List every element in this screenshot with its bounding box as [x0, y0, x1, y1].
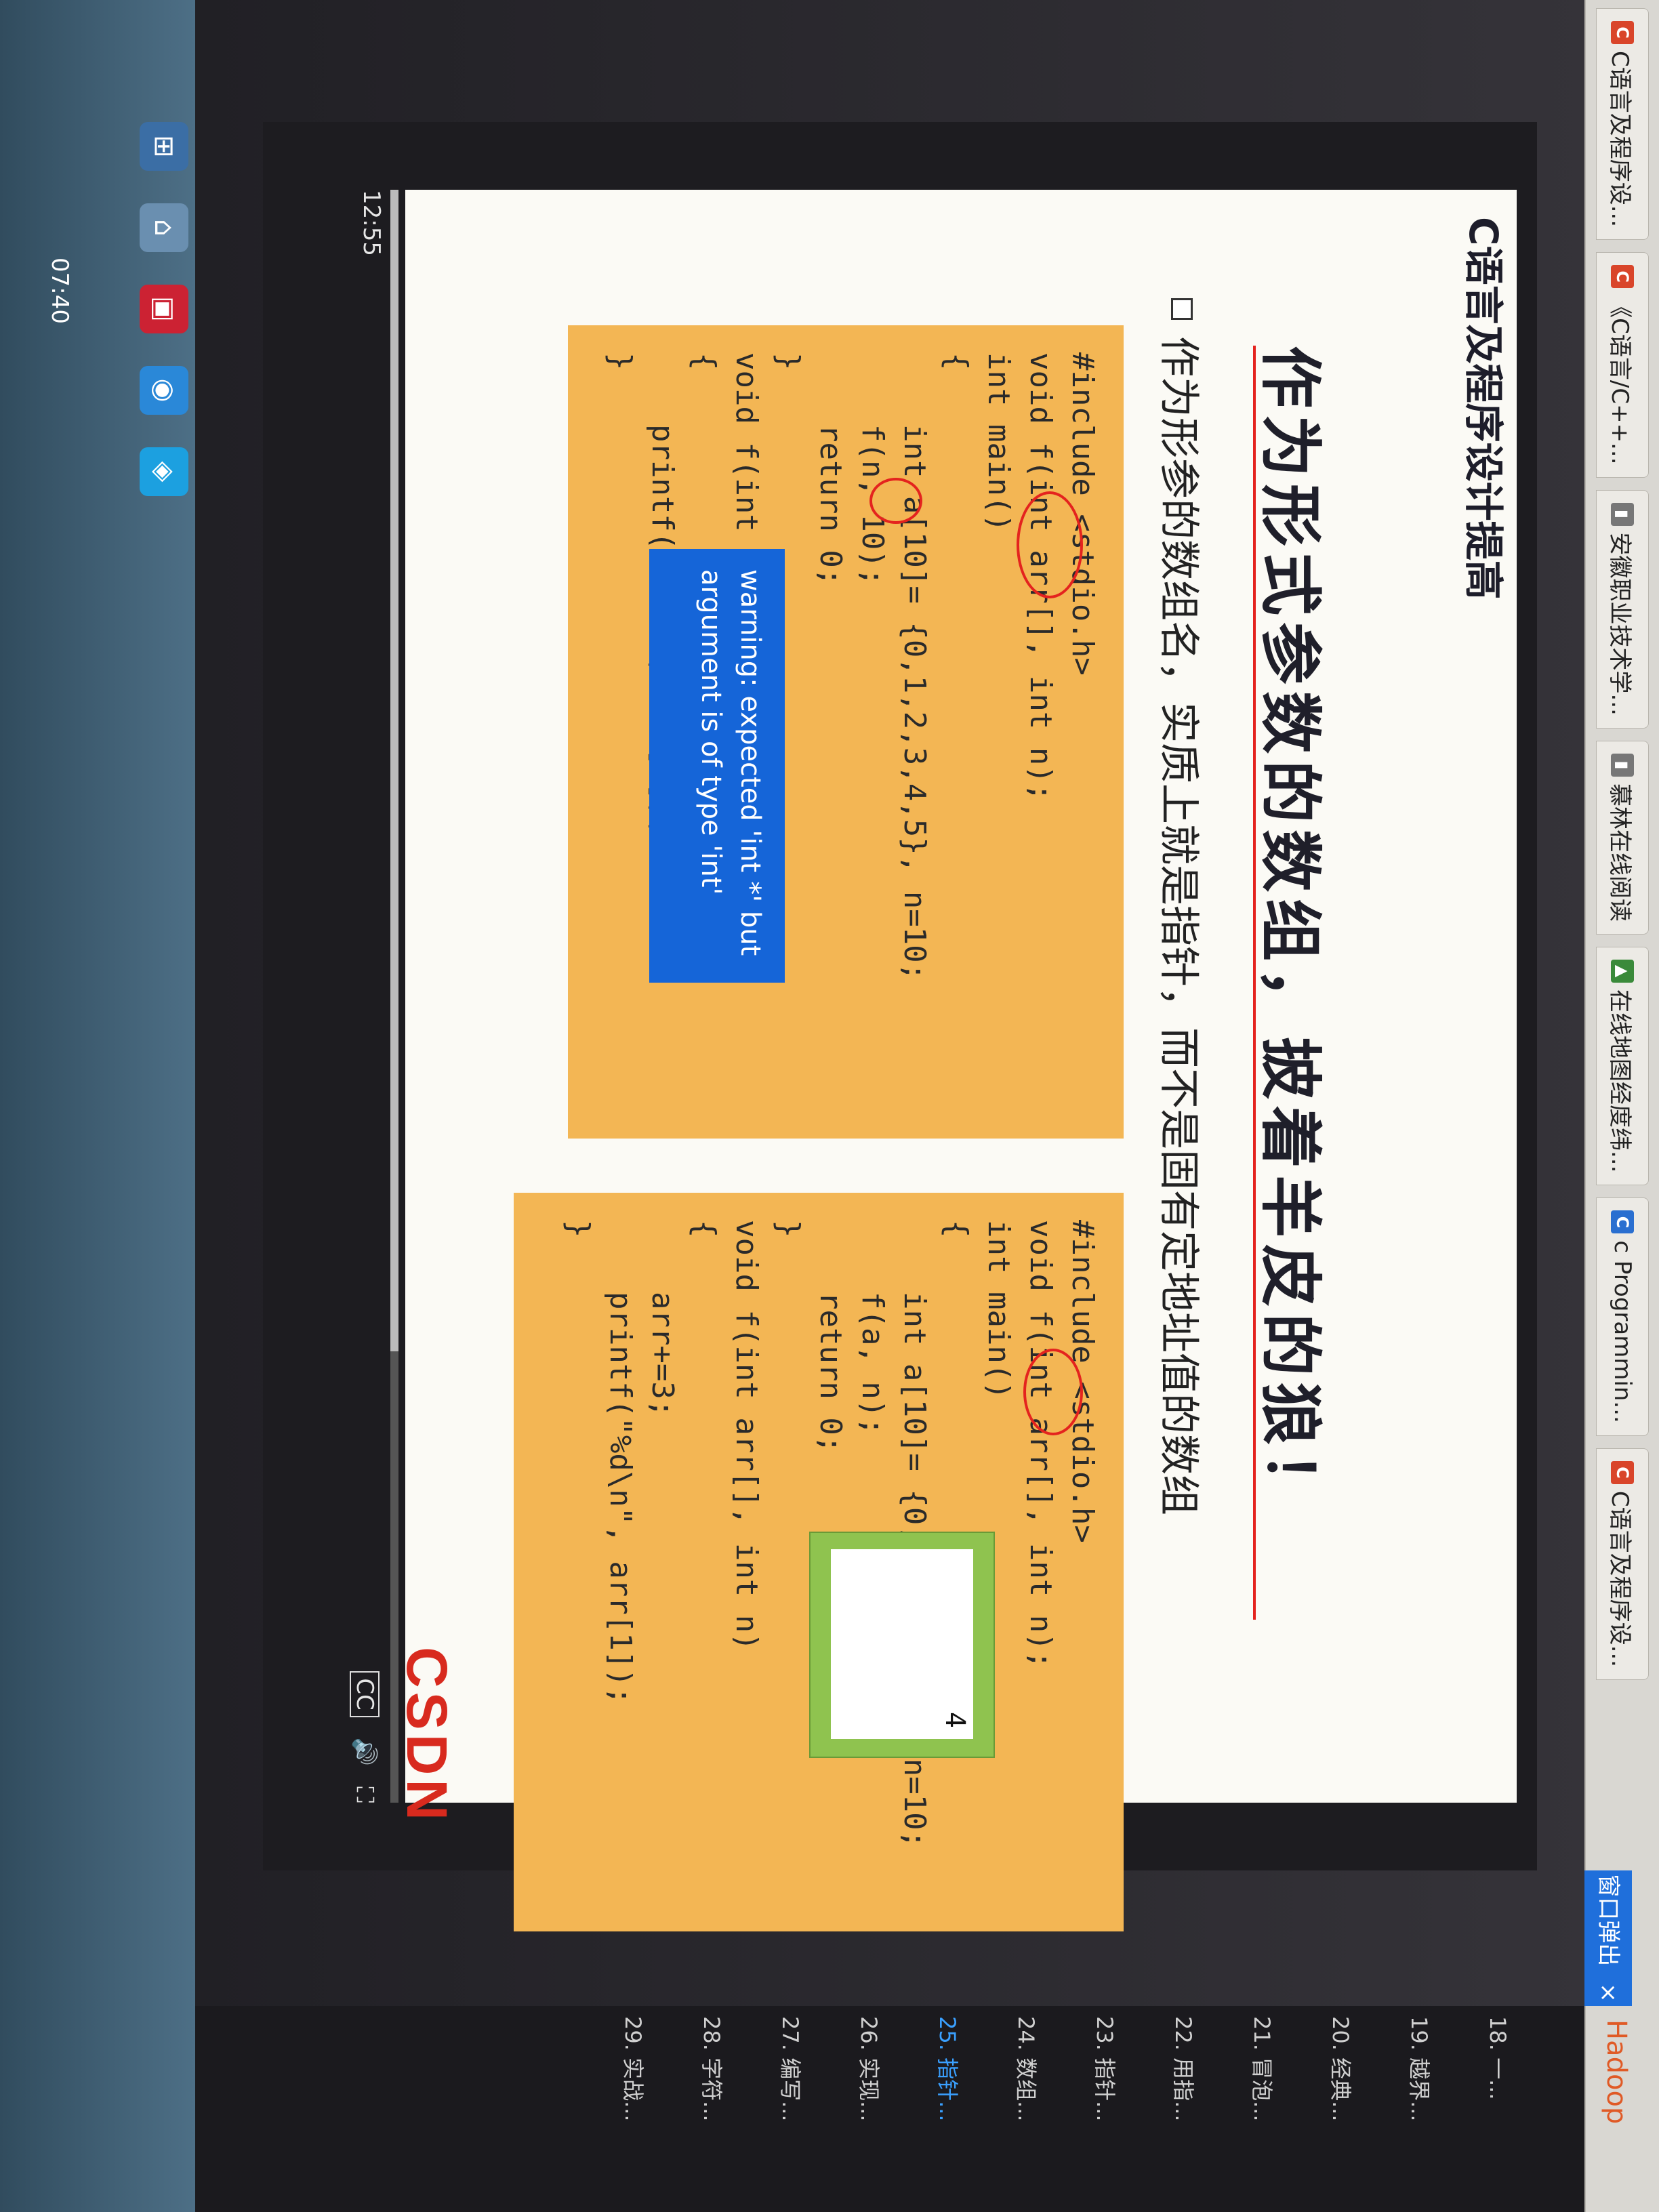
annotation-underline — [1253, 346, 1256, 1620]
home-icon[interactable]: ⌂ — [140, 203, 188, 252]
csdn-logo: CSDN — [395, 1647, 459, 1825]
sidebar-header: Hadoop — [1601, 2020, 1632, 2125]
lecture-slide: C语言及程序设计提高 作为形式参数的数组，披着羊皮的狼！ 作为形参的数组名，实质… — [395, 190, 1517, 1931]
tab-label: 慕林在线阅读 — [1606, 783, 1634, 922]
code-line: } — [771, 1220, 806, 1238]
code-line: int main() — [981, 352, 1016, 532]
browser-tab[interactable]: ▲ 在线地图经度纬... — [1596, 946, 1649, 1186]
annotation-circle — [1023, 1349, 1083, 1435]
code-line: #include <stdio.h> — [1065, 352, 1100, 676]
csdn-favicon-icon: C — [1611, 265, 1634, 289]
c-favicon-icon: C — [1611, 1210, 1634, 1234]
app-icon[interactable]: ▣ — [140, 285, 188, 333]
tab-label: c Programmin... — [1609, 1240, 1636, 1423]
code-line: return 0; — [813, 352, 848, 586]
code-line: { — [939, 352, 974, 371]
tab-label: C语言及程序设... — [1606, 1490, 1634, 1668]
browser-tab[interactable]: C C语言及程序设... — [1596, 1448, 1649, 1681]
start-icon[interactable]: ⊞ — [140, 122, 188, 171]
tab-label: 安徽职业技术学... — [1606, 532, 1634, 716]
popout-window-button[interactable]: 窗口弹出 × — [1584, 1870, 1632, 2006]
browser-icon[interactable]: ◉ — [140, 366, 188, 415]
chapter-item[interactable]: 18. 一... — [1458, 2016, 1537, 2206]
browser-tab[interactable]: ▮ 慕林在线阅读 — [1596, 740, 1649, 935]
slide-heading: 作为形式参数的数组，披着羊皮的狼！ — [1254, 346, 1327, 1521]
code-line: f(n, 10); — [855, 352, 890, 586]
code-line: #include <stdio.h> — [1065, 1220, 1100, 1543]
chapter-item[interactable]: 22. 用指... — [1144, 2016, 1223, 2206]
annotation-circle — [1017, 491, 1083, 598]
video-progress-bar[interactable] — [390, 190, 398, 1803]
taskbar-icons: ⊞ ⌂ ▣ ◉ ◈ — [140, 122, 188, 496]
chapter-list: 18. 一... 19. 越界... 20. 经典... 21. 冒泡... 2… — [594, 2016, 1537, 2206]
photo-of-screen: C C语言及程序设... C 《C语言/C++... ▮ 安徽职业技术学... … — [0, 0, 1659, 2212]
chapter-item[interactable]: 28. 字符... — [672, 2016, 751, 2206]
volume-icon[interactable]: 🔊 — [351, 1738, 378, 1766]
code-line: } — [561, 1220, 596, 1238]
console-output-window: 4 — [809, 1532, 995, 1758]
fullscreen-icon[interactable]: ⛶ — [351, 1786, 378, 1803]
browser-tab[interactable]: C 《C语言/C++... — [1596, 252, 1649, 478]
browser-tab[interactable]: C c Programmin... — [1596, 1197, 1649, 1436]
csdn-favicon-icon: C — [1611, 1460, 1634, 1484]
page-icon: ▮ — [1611, 502, 1634, 526]
code-line: int a[10]= {0,1,2,3,4,5}, n=10; — [897, 352, 932, 981]
video-player[interactable]: C语言及程序设计提高 作为形式参数的数组，披着羊皮的狼！ 作为形参的数组名，实质… — [263, 122, 1537, 1931]
close-icon[interactable]: × — [1595, 1983, 1622, 2003]
csdn-favicon-icon: C — [1611, 21, 1634, 44]
popout-label: 窗口弹出 — [1595, 1874, 1622, 1967]
chapter-item[interactable]: 20. 经典... — [1301, 2016, 1380, 2206]
chapter-item[interactable]: 25. 指针... — [908, 2016, 987, 2206]
page-icon: ▮ — [1611, 753, 1634, 777]
code-line: printf("%d\n", arr[1]); — [603, 1220, 638, 1705]
chapter-item[interactable]: 19. 越界... — [1380, 2016, 1458, 2206]
browser-tab[interactable]: C C语言及程序设... — [1596, 8, 1649, 241]
cc-button[interactable]: CC — [350, 1671, 380, 1717]
chapter-item[interactable]: 23. 指针... — [1065, 2016, 1144, 2206]
tab-label: 《C语言/C++... — [1606, 295, 1634, 465]
security-icon[interactable]: ◈ — [140, 447, 188, 496]
code-line: { — [687, 1220, 722, 1238]
code-line: void f(int arr[], int n); — [1023, 1220, 1058, 1669]
chapter-item[interactable]: 21. 冒泡... — [1223, 2016, 1301, 2206]
tab-label: 在线地图经度纬... — [1606, 989, 1634, 1173]
course-title: C语言及程序设计提高 — [1460, 217, 1507, 600]
chapter-item[interactable]: 24. 数组... — [987, 2016, 1065, 2206]
bullet-square-icon — [1171, 298, 1193, 320]
video-progress-fill — [390, 190, 398, 1351]
code-line: arr+=3; — [645, 1220, 680, 1418]
chapter-item[interactable]: 29. 实战... — [594, 2016, 672, 2206]
player-controls: CC 🔊 ⛶ — [344, 190, 385, 1803]
code-line: void f(int arr[], int n) — [729, 1220, 764, 1651]
bullet-text: 作为形参的数组名，实质上就是指针，而不是固有定地址值的数组 — [1155, 336, 1202, 1515]
console-output-area: 4 — [831, 1549, 973, 1739]
tab-label: C语言及程序设... — [1606, 51, 1634, 228]
compiler-warning-tooltip: warning: expected 'int *' but argument i… — [649, 549, 785, 983]
annotation-circle — [869, 478, 922, 524]
taskbar-clock: 07:40 — [46, 258, 73, 324]
console-output-value: 4 — [939, 1711, 970, 1728]
map-icon: ▲ — [1611, 959, 1634, 983]
code-line: } — [603, 352, 638, 371]
bullet-point: 作为形参的数组名，实质上就是指针，而不是固有定地址值的数组 — [1153, 298, 1212, 1515]
chapter-item[interactable]: 26. 实现... — [830, 2016, 908, 2206]
browser-tab[interactable]: ▮ 安徽职业技术学... — [1596, 489, 1649, 729]
chapter-item[interactable]: 27. 编写... — [751, 2016, 830, 2206]
code-line: void f(int arr[], int n); — [1023, 352, 1058, 802]
